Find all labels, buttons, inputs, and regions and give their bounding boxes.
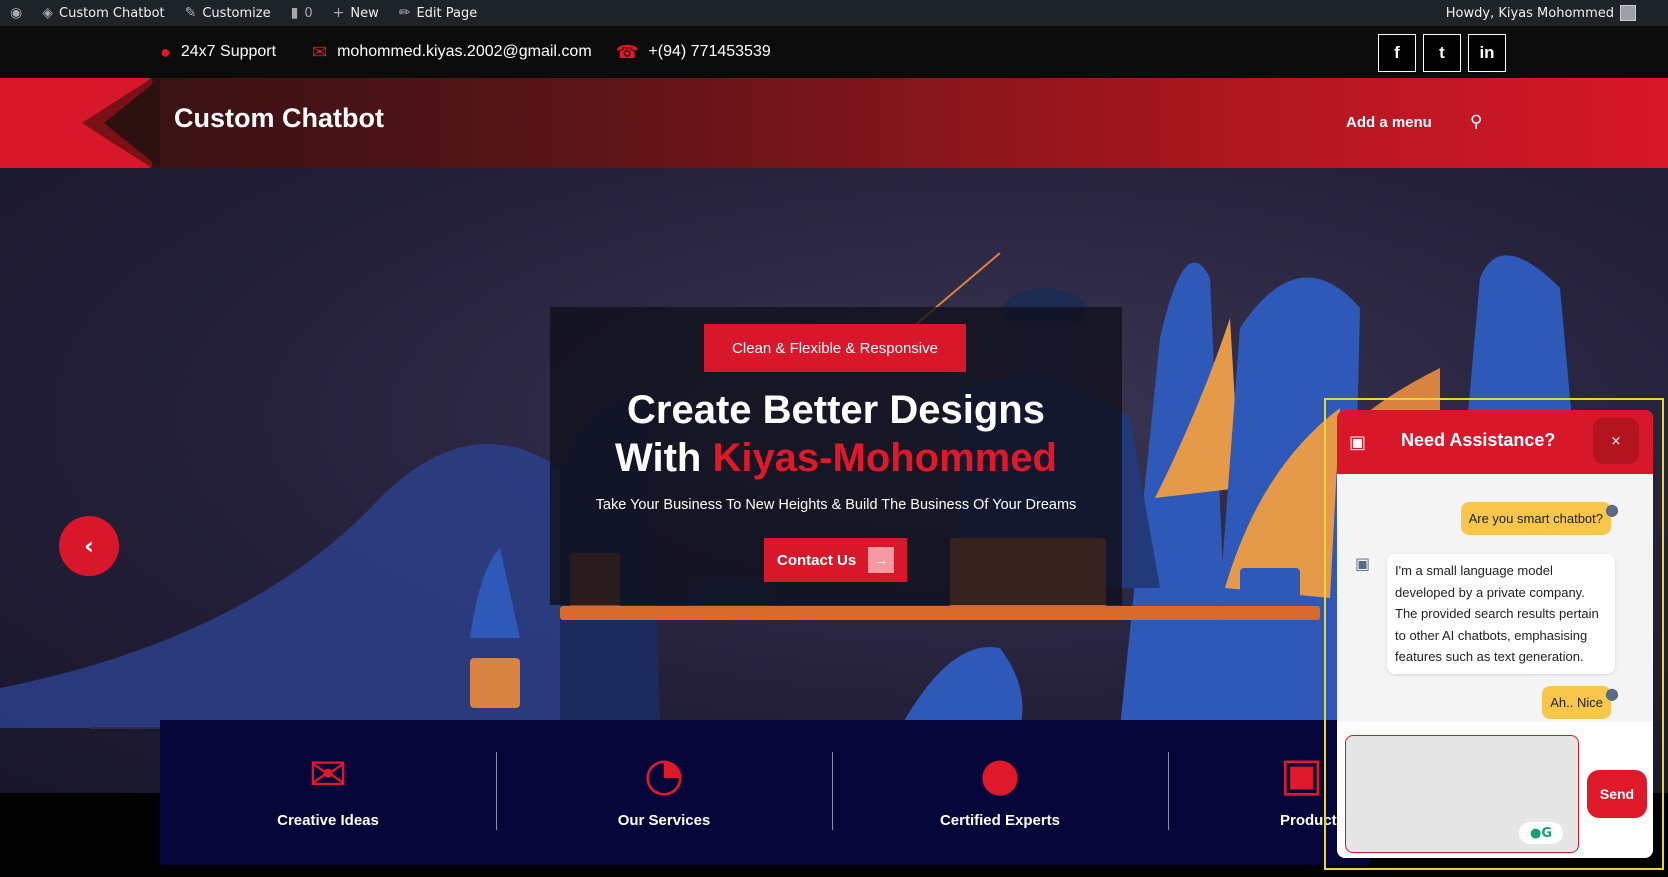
- desk-shape: [560, 606, 1320, 620]
- hero-title-line2: With Kiyas-Mohommed: [550, 434, 1122, 482]
- user-message: Ah.. Nice: [1542, 686, 1611, 719]
- site-name-label: Custom Chatbot: [59, 5, 165, 21]
- linkedin-icon: in: [1479, 43, 1495, 62]
- header-chevron-inner: [104, 78, 160, 168]
- user-message: Are you smart chatbot?: [1460, 502, 1611, 535]
- feature-our-services[interactable]: ◔ Our Services: [496, 720, 832, 865]
- site-name-item[interactable]: ◈ Custom Chatbot: [32, 0, 174, 26]
- dashboard-icon: ◈: [42, 5, 53, 21]
- feature-label: Certified Experts: [939, 812, 1061, 829]
- phone-text: +(94) 771453539: [648, 43, 771, 60]
- twitter-button[interactable]: t: [1423, 34, 1461, 72]
- arrow-right-icon: →: [868, 547, 895, 573]
- linkedin-button[interactable]: in: [1468, 34, 1506, 72]
- site-header: Custom Chatbot Add a menu ⚲: [0, 78, 1668, 168]
- hero-title-line1: Create Better Designs: [627, 388, 1045, 432]
- user-avatar-icon: ●: [1605, 684, 1619, 703]
- contact-us-label: Contact Us: [777, 551, 857, 569]
- hero-title-accent: Kiyas-Mohommed: [712, 436, 1057, 480]
- robot-icon: ▣: [1355, 554, 1371, 573]
- chat-messages[interactable]: Are you smart chatbot? ● ▣ I'm a small l…: [1337, 474, 1653, 722]
- wordpress-logo-item[interactable]: ◉: [0, 0, 32, 26]
- feature-label: Our Services: [617, 812, 711, 829]
- wordpress-icon: ◉: [10, 5, 23, 21]
- phone-info[interactable]: ☎ +(94) 771453539: [616, 26, 771, 78]
- search-icon[interactable]: ⚲: [1470, 112, 1482, 132]
- chevron-left-icon: ‹: [84, 532, 94, 560]
- support-text: 24x7 Support: [180, 43, 277, 60]
- envelope-icon: ✉: [308, 747, 348, 801]
- facebook-icon: f: [1394, 43, 1400, 62]
- email-text: mohommed.kiyas.2002@gmail.com: [337, 43, 592, 60]
- new-content-item[interactable]: + New: [323, 0, 389, 26]
- avatar: [1620, 5, 1636, 21]
- feature-label: Creative Ideas: [277, 812, 379, 829]
- cube-icon: ▣: [1280, 747, 1324, 801]
- hero-title-prefix: With: [615, 436, 713, 480]
- support-info: ● 24x7 Support: [160, 26, 276, 78]
- email-info[interactable]: ✉ mohommed.kiyas.2002@gmail.com: [312, 26, 592, 78]
- edit-page-label: Edit Page: [416, 5, 478, 21]
- top-info-bar: ● 24x7 Support ✉ mohommed.kiyas.2002@gma…: [0, 26, 1668, 78]
- comments-count: 0: [304, 5, 313, 21]
- howdy-label: Howdy, Kiyas Mohommed: [1445, 5, 1614, 21]
- my-account-item[interactable]: Howdy, Kiyas Mohommed: [1446, 5, 1668, 21]
- customize-item[interactable]: ✎ Customize: [175, 0, 281, 26]
- close-icon: ×: [1610, 433, 1622, 449]
- site-title[interactable]: Custom Chatbot: [174, 103, 384, 134]
- chat-title: Need Assistance?: [1401, 430, 1556, 450]
- facebook-button[interactable]: f: [1378, 34, 1416, 72]
- twitter-icon: t: [1439, 43, 1445, 62]
- customize-label: Customize: [202, 5, 271, 21]
- comments-item[interactable]: ▮ 0: [281, 0, 323, 26]
- brush-icon: ✎: [184, 5, 197, 21]
- feature-certified-experts[interactable]: ● Certified Experts: [832, 720, 1168, 865]
- user-icon: ●: [979, 747, 1021, 801]
- grammarly-icon[interactable]: ●G: [1519, 822, 1563, 844]
- user-icon: ●: [160, 41, 171, 62]
- pencil-icon: ✏: [398, 5, 411, 21]
- phone-icon: ☎: [616, 41, 639, 62]
- user-avatar-icon: ●: [1605, 500, 1619, 519]
- hero-title: Create Better Designs With Kiyas-Mohomme…: [550, 386, 1122, 482]
- hero-subtitle: Take Your Business To New Heights & Buil…: [595, 497, 1077, 513]
- chat-header: ▣ Need Assistance? ×: [1337, 410, 1653, 474]
- edit-page-item[interactable]: ✏ Edit Page: [389, 0, 488, 26]
- contact-us-button[interactable]: Contact Us →: [764, 538, 907, 582]
- slider-prev-button[interactable]: ‹: [59, 516, 119, 576]
- chat-close-button[interactable]: ×: [1593, 418, 1639, 464]
- plus-icon: +: [332, 5, 345, 21]
- features-strip: ✉ Creative Ideas ◔ Our Services ● Certif…: [160, 720, 1370, 865]
- pie-chart-icon: ◔: [643, 747, 685, 801]
- admin-bar: ◉ ◈ Custom Chatbot ✎ Customize ▮ 0 + New…: [0, 0, 1668, 26]
- bot-message: I'm a small language model developed by …: [1387, 554, 1615, 674]
- new-label: New: [350, 5, 379, 21]
- chat-widget: ▣ Need Assistance? × Are you smart chatb…: [1337, 410, 1653, 858]
- comment-icon: ▮: [290, 5, 299, 21]
- envelope-icon: ✉: [312, 41, 328, 62]
- add-menu-link[interactable]: Add a menu: [1346, 114, 1432, 131]
- feature-creative-ideas[interactable]: ✉ Creative Ideas: [160, 720, 496, 865]
- hero-tagline: Clean & Flexible & Responsive: [704, 324, 966, 372]
- robot-icon: ▣: [1349, 432, 1367, 453]
- send-button[interactable]: Send: [1587, 770, 1647, 818]
